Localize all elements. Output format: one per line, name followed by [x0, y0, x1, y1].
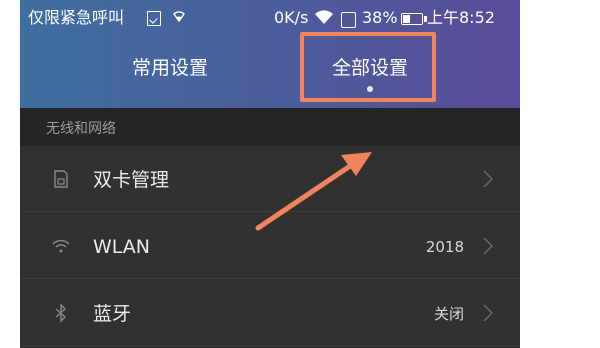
highlight-annotation-box	[300, 32, 436, 102]
row-value: 关闭	[433, 305, 464, 323]
battery-saver-icon	[341, 12, 356, 28]
section-title: 无线和网络	[46, 121, 116, 137]
signal-icon	[171, 8, 187, 29]
carrier-text: 仅限紧急呼叫	[28, 8, 125, 27]
battery-fill	[403, 15, 410, 23]
bluetooth-icon	[51, 303, 71, 323]
settings-header: 仅限紧急呼叫 0K/s 38% 上午8:52 常用设置 全部设置	[20, 0, 520, 108]
row-label: 双卡管理	[93, 169, 170, 191]
tab-label: 常用设置	[131, 57, 208, 79]
chevron-right-icon	[482, 169, 494, 189]
sim-icon	[147, 11, 161, 26]
status-bar: 仅限紧急呼叫 0K/s 38% 上午8:52	[20, 0, 520, 36]
sim-card-icon	[51, 169, 71, 189]
wifi-icon	[51, 236, 71, 256]
row-label: WLAN	[93, 236, 151, 258]
settings-row-bluetooth[interactable]: 蓝牙 关闭	[20, 280, 520, 346]
row-label: 蓝牙	[93, 303, 132, 325]
chevron-right-icon	[482, 303, 494, 323]
chevron-right-icon	[482, 236, 494, 256]
tab-common-settings[interactable]: 常用设置	[110, 52, 230, 92]
section-header: 无线和网络	[20, 108, 520, 146]
settings-row-wlan[interactable]: WLAN 2018	[20, 213, 520, 279]
battery-icon	[401, 13, 427, 25]
settings-row-dual-sim[interactable]: 双卡管理	[20, 146, 520, 212]
battery-percent: 38%	[362, 8, 398, 27]
row-value: 2018	[425, 238, 464, 256]
wifi-status-icon	[314, 8, 334, 31]
phone-screen: 仅限紧急呼叫 0K/s 38% 上午8:52 常用设置 全部设置 无线和网络 双…	[20, 0, 520, 348]
network-speed: 0K/s	[274, 8, 309, 27]
clock: 上午8:52	[427, 8, 495, 27]
